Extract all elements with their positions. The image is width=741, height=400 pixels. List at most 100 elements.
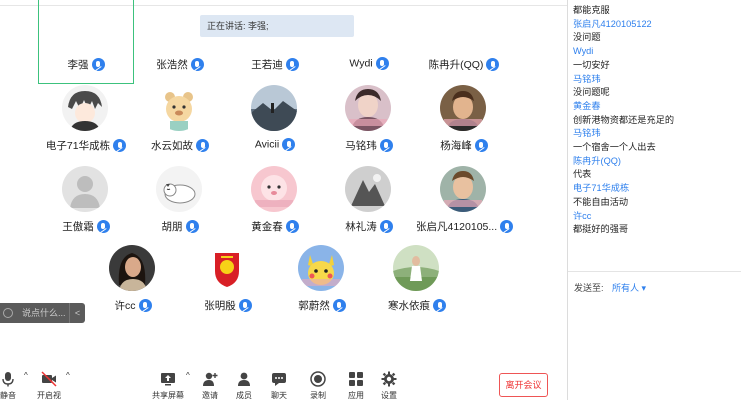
share-screen-button[interactable]: 共享屏幕	[152, 371, 184, 400]
microphone-status-icon	[282, 138, 296, 151]
participant-tile[interactable]: 马铭玮	[321, 85, 417, 169]
microphone-status-icon	[375, 57, 389, 70]
participant-avatar	[109, 245, 155, 291]
participant-avatar	[393, 245, 439, 291]
microphone-status-icon	[196, 139, 209, 152]
microphone-status-icon	[379, 139, 393, 152]
participant-tile[interactable]: 张启凡4120105...	[416, 166, 514, 250]
send-to-select[interactable]: 所有人 ▾	[612, 281, 646, 294]
chat-sender-name: 许cc	[573, 210, 592, 221]
participant-tile[interactable]: 张明殷	[180, 245, 276, 329]
participant-name: 水云如故	[151, 140, 193, 152]
members-label: 成员(19)	[236, 391, 252, 400]
participant-tile[interactable]: 李强	[38, 0, 134, 84]
mute-label: 静音	[0, 391, 16, 400]
participant-tile[interactable]: Wydi	[321, 0, 417, 84]
chat-message-text: 没问题呢	[573, 87, 610, 98]
chat-sender-name: 黄金春	[573, 100, 601, 111]
participant-avatar	[440, 166, 486, 212]
microphone-status-icon	[486, 58, 500, 71]
participant-name: 李强	[67, 59, 89, 71]
mute-button[interactable]: 静音	[0, 371, 16, 400]
smiley-icon[interactable]	[3, 308, 13, 318]
send-to-label: 发送至:	[574, 283, 604, 293]
participant-name: 郭蔚然	[298, 300, 330, 312]
participant-name-row: 王傲霜	[38, 219, 134, 234]
microphone-status-icon	[185, 220, 199, 233]
chat-message-text: 一切安好	[573, 59, 610, 70]
meeting-gallery: 正在讲话: 李强; 李强 张浩然 王若迪 Wydi 陈冉升(QQ) 电子71华成栋 水云如故…	[0, 0, 567, 400]
settings-button[interactable]: 设置	[381, 371, 397, 400]
participant-tile[interactable]: 王傲霜	[38, 166, 134, 250]
participant-tile[interactable]: 王若迪	[227, 0, 323, 84]
add-user-icon	[202, 371, 218, 387]
video-options-caret[interactable]: ^	[66, 371, 70, 380]
microphone-status-icon	[96, 220, 110, 233]
participant-tile[interactable]: 杨海峰	[416, 85, 512, 169]
microphone-status-icon	[190, 58, 204, 71]
chat-message-text: 创新港物资都还是充足的	[573, 114, 675, 125]
video-button[interactable]: 开启视频	[34, 371, 64, 400]
participant-name: 黄金春	[251, 221, 283, 233]
participant-name-row: 电子71华成栋	[38, 138, 134, 153]
participant-avatar	[440, 85, 486, 131]
microphone-status-icon	[91, 58, 105, 71]
chat-message-text: 都挺好的强哥	[573, 224, 629, 235]
microphone-status-icon	[113, 139, 127, 152]
collapse-arrow-button[interactable]: <	[69, 303, 85, 323]
chat-message-text: 不能自由活动	[573, 196, 629, 207]
leave-meeting-button[interactable]: 离开会议	[499, 373, 548, 397]
share-options-caret[interactable]: ^	[186, 371, 190, 380]
participant-name: 陈冉升(QQ)	[428, 59, 484, 71]
chat-message-list[interactable]: 都能克服 张启凡4120105122 没问题 Wydi 一切安好 马铭玮 没问题呢 黄金春 创新…	[573, 4, 738, 237]
participant-tile[interactable]: 寒水依痕	[369, 245, 465, 329]
participant-tile[interactable]: Avicii	[227, 85, 323, 169]
members-button[interactable]: 成员(19)	[230, 371, 258, 400]
participant-tile[interactable]: 张浩然	[132, 0, 228, 84]
participant-tile[interactable]: 林礼涛	[321, 166, 417, 250]
microphone-status-icon	[433, 299, 446, 312]
participant-name-row: 郭蔚然	[274, 298, 370, 313]
members-icon	[236, 371, 252, 387]
chat-label: 聊天	[271, 391, 287, 400]
chat-button[interactable]: 聊天	[271, 371, 287, 400]
participant-name: Avicii	[254, 138, 280, 151]
participant-name: 张启凡4120105...	[416, 221, 498, 233]
invite-button[interactable]: 邀请	[202, 371, 218, 400]
participant-tile[interactable]: 胡朋	[132, 166, 228, 250]
participant-name-row: 许cc	[85, 298, 181, 313]
participant-name: Wydi	[349, 57, 373, 70]
participant-tile[interactable]: 黄金春	[227, 166, 323, 250]
microphone-status-icon	[238, 299, 252, 312]
participant-avatar	[62, 85, 108, 131]
microphone-icon	[0, 371, 16, 387]
participant-tile[interactable]: 郭蔚然	[274, 245, 370, 329]
participant-name-row: 胡朋	[132, 219, 228, 234]
chat-sender-name: 马铭玮	[573, 128, 601, 139]
microphone-status-icon	[138, 299, 152, 312]
participant-name: 许cc	[114, 300, 136, 312]
mute-options-caret[interactable]: ^	[24, 371, 28, 380]
participant-name: 张浩然	[156, 59, 188, 71]
chat-quick-input[interactable]: 说点什么... <	[0, 303, 85, 323]
record-button[interactable]: 录制	[310, 371, 326, 400]
participant-tile[interactable]: 电子71华成栋	[38, 85, 134, 169]
participant-name-row: 张浩然	[132, 57, 228, 72]
chat-bubble-icon	[271, 371, 287, 387]
participant-name: 张明殷	[204, 300, 236, 312]
participant-name-row: 张启凡4120105...	[416, 219, 514, 234]
participant-avatar	[251, 85, 297, 131]
participant-name-row: 寒水依痕	[369, 298, 465, 313]
participant-tile[interactable]: 陈冉升(QQ)	[416, 0, 512, 84]
participant-tile[interactable]: 水云如故	[132, 85, 228, 169]
participant-avatar	[204, 245, 250, 291]
participant-avatar	[345, 85, 391, 131]
apps-button[interactable]: 应用	[348, 371, 364, 400]
chat-message-text: 都能克服	[573, 5, 610, 15]
participant-name-row: 张明殷	[180, 298, 276, 313]
participant-tile[interactable]: 许cc	[85, 245, 181, 329]
microphone-status-icon	[285, 220, 299, 233]
record-icon	[310, 371, 326, 387]
participant-name: 杨海峰	[440, 140, 472, 152]
participant-name: 寒水依痕	[388, 300, 430, 312]
